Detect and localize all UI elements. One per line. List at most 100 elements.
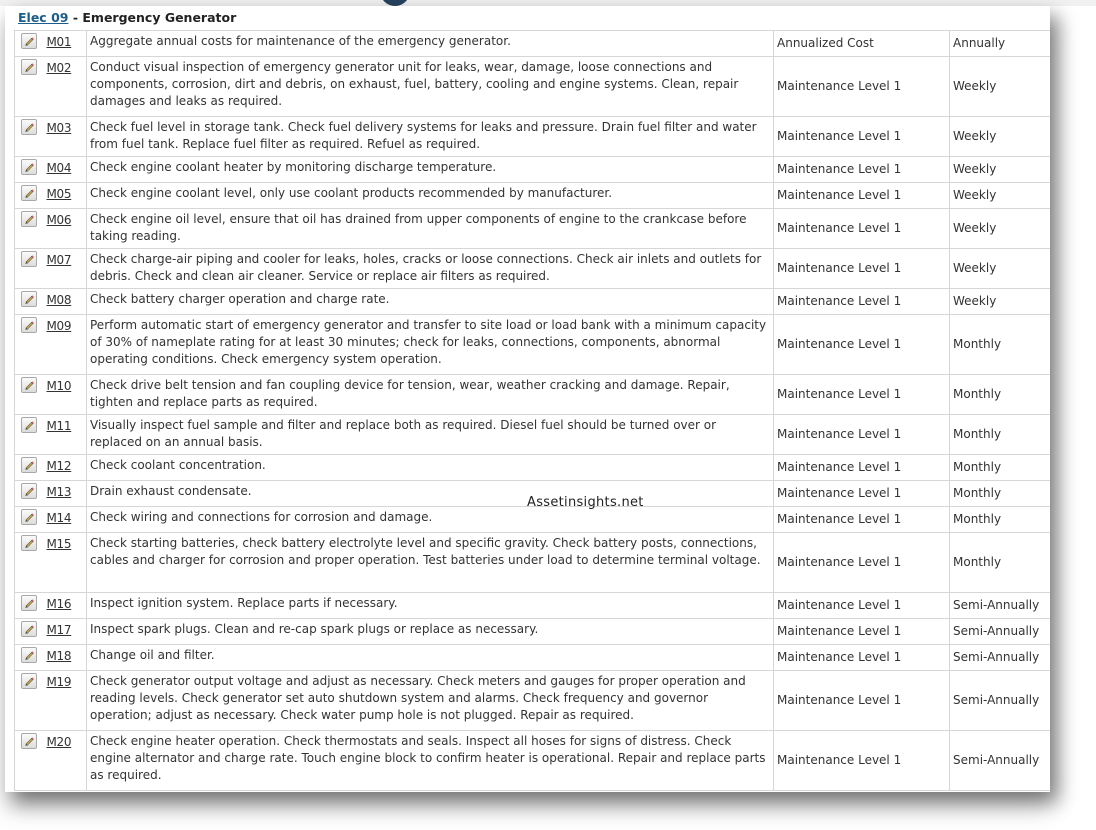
table-row: M16 Inspect ignition system. Replace par…: [14, 592, 1050, 619]
watermark: Assetinsights.net: [527, 495, 644, 510]
edit-button[interactable]: [21, 211, 37, 227]
edit-button[interactable]: [21, 457, 37, 473]
task-code-cell: M02: [44, 56, 87, 117]
task-description: Check engine heater operation. Check the…: [86, 730, 774, 791]
task-code-link[interactable]: M09: [47, 319, 72, 333]
edit-button[interactable]: [21, 647, 37, 663]
task-code-link[interactable]: M18: [47, 649, 72, 663]
edit-cell: [14, 414, 45, 455]
edit-cell: [14, 506, 45, 533]
task-category: Maintenance Level 1: [773, 670, 950, 731]
edit-button[interactable]: [21, 291, 37, 307]
task-code-link[interactable]: M06: [47, 213, 72, 227]
edit-cell: [14, 670, 45, 731]
edit-button[interactable]: [21, 673, 37, 689]
task-code-link[interactable]: M13: [47, 485, 72, 499]
task-category: Maintenance Level 1: [773, 644, 950, 671]
edit-cell: [14, 480, 45, 507]
task-code-link[interactable]: M08: [47, 293, 72, 307]
task-category: Maintenance Level 1: [773, 116, 950, 157]
edit-button[interactable]: [21, 33, 37, 49]
asset-name: Emergency Generator: [82, 10, 237, 25]
task-description: Check fuel level in storage tank. Check …: [86, 116, 774, 157]
task-code-link[interactable]: M03: [47, 121, 72, 135]
table-row: M11 Visually inspect fuel sample and fil…: [14, 414, 1050, 455]
task-code-link[interactable]: M10: [47, 379, 72, 393]
task-category: Maintenance Level 1: [773, 208, 950, 249]
edit-button[interactable]: [21, 119, 37, 135]
pencil-edit-icon: [25, 189, 34, 198]
edit-button[interactable]: [21, 185, 37, 201]
task-code-link[interactable]: M07: [47, 253, 72, 267]
task-description: Check generator output voltage and adjus…: [86, 670, 774, 731]
task-category: Maintenance Level 1: [773, 730, 950, 791]
task-frequency: Weekly: [949, 288, 1050, 315]
edit-cell: [14, 314, 45, 375]
task-description: Check wiring and connections for corrosi…: [86, 506, 774, 533]
table-row: M04 Check engine coolant heater by monit…: [14, 156, 1050, 183]
edit-cell: [14, 30, 45, 57]
pencil-edit-icon: [25, 321, 34, 330]
pencil-edit-icon: [25, 677, 34, 686]
task-category: Maintenance Level 1: [773, 454, 950, 481]
task-description: Check coolant concentration.: [86, 454, 774, 481]
task-code-link[interactable]: M20: [47, 735, 72, 749]
asset-code-link[interactable]: Elec 09: [18, 10, 68, 25]
pencil-edit-icon: [25, 63, 34, 72]
pencil-edit-icon: [25, 737, 34, 746]
task-category: Maintenance Level 1: [773, 506, 950, 533]
task-category: Annualized Cost: [773, 30, 950, 57]
edit-button[interactable]: [21, 417, 37, 433]
task-code-cell: M19: [44, 670, 87, 731]
edit-button[interactable]: [21, 621, 37, 637]
task-frequency: Weekly: [949, 208, 1050, 249]
task-frequency: Monthly: [949, 480, 1050, 507]
task-code-link[interactable]: M17: [47, 623, 72, 637]
pencil-edit-icon: [25, 255, 34, 264]
task-description: Check battery charger operation and char…: [86, 288, 774, 315]
pencil-edit-icon: [25, 461, 34, 470]
edit-button[interactable]: [21, 377, 37, 393]
task-code-link[interactable]: M02: [47, 61, 72, 75]
task-code-link[interactable]: M19: [47, 675, 72, 689]
task-code-link[interactable]: M15: [47, 537, 72, 551]
task-code-link[interactable]: M11: [47, 419, 72, 433]
task-frequency: Weekly: [949, 248, 1050, 289]
edit-button[interactable]: [21, 483, 37, 499]
pencil-edit-icon: [25, 123, 34, 132]
task-category: Maintenance Level 1: [773, 374, 950, 415]
task-code-cell: M17: [44, 618, 87, 645]
task-code-link[interactable]: M05: [47, 187, 72, 201]
pencil-edit-icon: [25, 215, 34, 224]
task-category: Maintenance Level 1: [773, 414, 950, 455]
task-category: Maintenance Level 1: [773, 618, 950, 645]
task-code-cell: M01: [44, 30, 87, 57]
task-code-link[interactable]: M01: [47, 35, 72, 49]
edit-button[interactable]: [21, 59, 37, 75]
table-row: M19 Check generator output voltage and a…: [14, 670, 1050, 731]
table-row: M03 Check fuel level in storage tank. Ch…: [14, 116, 1050, 157]
task-code-link[interactable]: M04: [47, 161, 72, 175]
task-code-link[interactable]: M16: [47, 597, 72, 611]
task-description: Conduct visual inspection of emergency g…: [86, 56, 774, 117]
task-category: Maintenance Level 1: [773, 156, 950, 183]
task-frequency: Weekly: [949, 156, 1050, 183]
task-code-cell: M16: [44, 592, 87, 619]
edit-button[interactable]: [21, 159, 37, 175]
edit-cell: [14, 618, 45, 645]
task-code-link[interactable]: M14: [47, 511, 72, 525]
task-frequency: Semi-Annually: [949, 592, 1050, 619]
task-frequency: Weekly: [949, 182, 1050, 209]
edit-button[interactable]: [21, 317, 37, 333]
task-category: Maintenance Level 1: [773, 480, 950, 507]
edit-button[interactable]: [21, 509, 37, 525]
table-row: M06 Check engine oil level, ensure that …: [14, 208, 1050, 249]
edit-button[interactable]: [21, 733, 37, 749]
task-category: Maintenance Level 1: [773, 592, 950, 619]
edit-button[interactable]: [21, 251, 37, 267]
table-row: M08 Check battery charger operation and …: [14, 288, 1050, 315]
task-code-link[interactable]: M12: [47, 459, 72, 473]
edit-button[interactable]: [21, 535, 37, 551]
table-row: M10 Check drive belt tension and fan cou…: [14, 374, 1050, 415]
edit-button[interactable]: [21, 595, 37, 611]
